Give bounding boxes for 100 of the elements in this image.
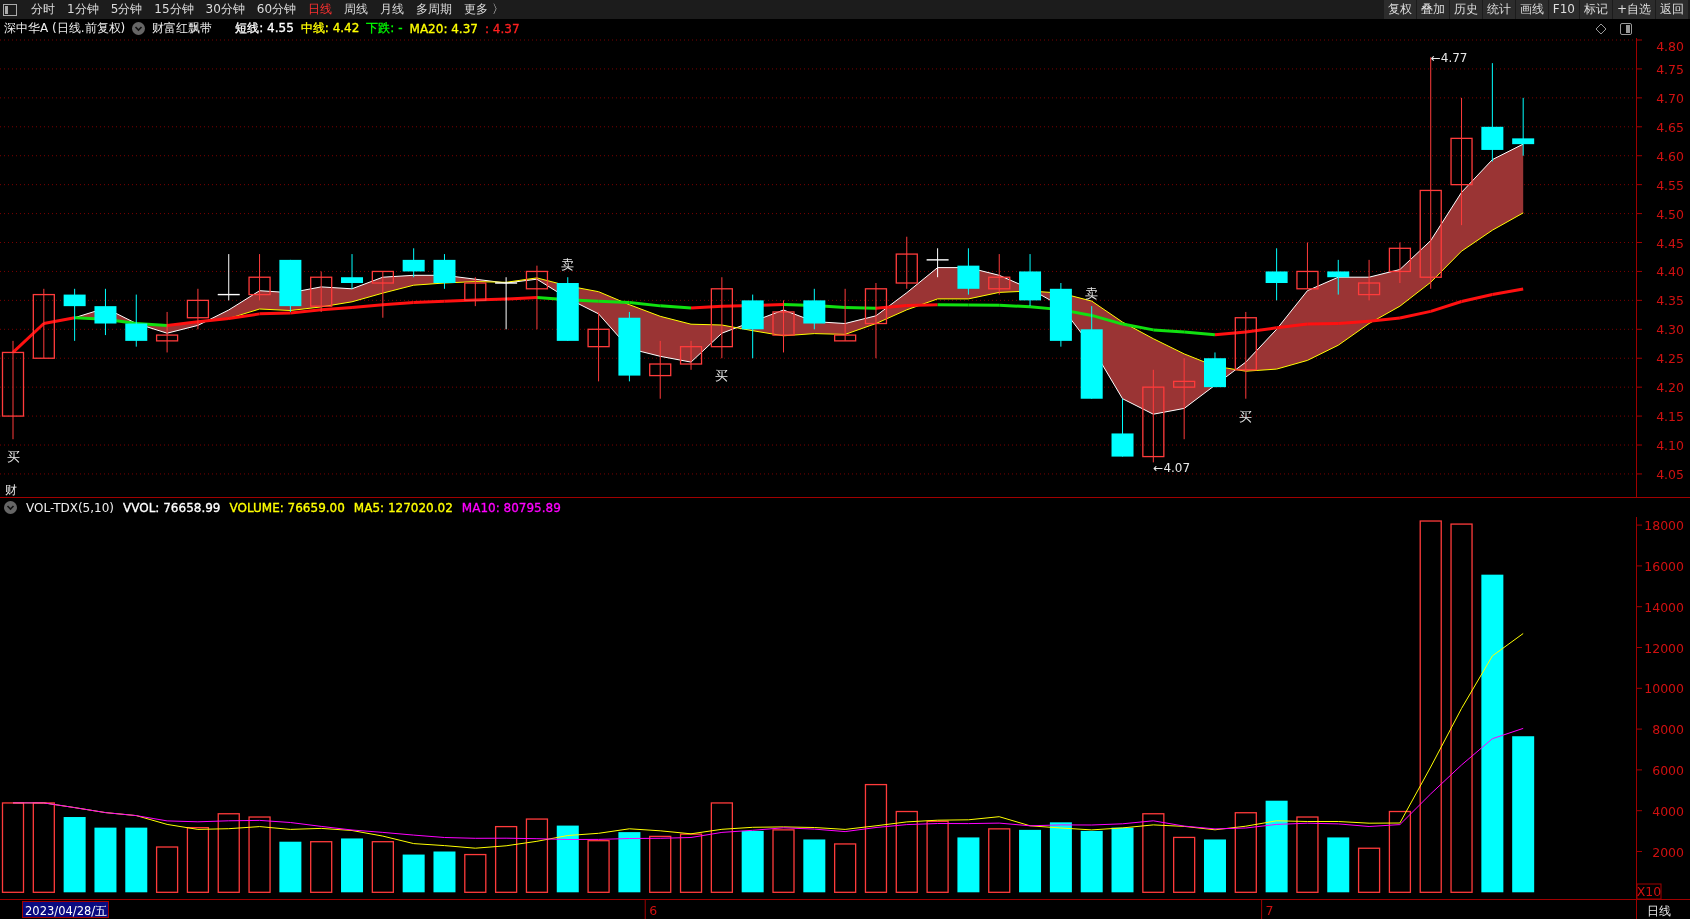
volume-bar (803, 839, 826, 893)
period-tab[interactable]: 更多 〉 (458, 0, 510, 19)
volume-bar (741, 830, 764, 893)
candlestick (402, 247, 425, 278)
candlestick (741, 294, 764, 359)
indicator-value: MA20: 4.37 (409, 21, 478, 36)
axis-label: 4.45 (1656, 235, 1684, 251)
volume-bar (1111, 827, 1134, 893)
volume-bar (279, 841, 302, 893)
candlestick (834, 288, 857, 342)
volume-bar (94, 827, 117, 893)
axis-label: 4.20 (1656, 380, 1684, 396)
toolbar-button[interactable]: 返回 (1656, 0, 1688, 19)
period-tab[interactable]: 多周期 (410, 0, 459, 19)
toolbar-button[interactable]: 历史 (1449, 0, 1482, 19)
volume-bar (649, 835, 672, 893)
toolbar-button[interactable]: 叠加 (1416, 0, 1449, 19)
period-tab[interactable]: 60分钟 (250, 0, 303, 19)
toolbar-button[interactable]: 复权 (1383, 0, 1416, 19)
indicator-value: 中线: 4.42 (300, 20, 360, 37)
candlestick (464, 276, 487, 307)
volume-bar (1357, 847, 1381, 893)
candlestick (525, 265, 549, 330)
candlestick (1357, 259, 1381, 301)
toolbar-button[interactable]: 标记 (1579, 0, 1612, 19)
period-tab[interactable]: 5分钟 (104, 0, 149, 19)
period-tab[interactable]: 1分钟 (61, 0, 105, 19)
candlestick (1049, 282, 1072, 348)
volume-bar (618, 832, 641, 893)
candlestick (1327, 259, 1350, 296)
candlestick (587, 311, 610, 382)
axis-label: 4.40 (1656, 264, 1684, 280)
period-tab[interactable]: 分时 (25, 0, 61, 19)
volume-bar (371, 841, 394, 893)
indicator-name: VOL-TDX(5,10) (26, 500, 115, 515)
indicator-value: : 4.37 (484, 21, 520, 36)
panel-toggle-icon[interactable] (3, 3, 17, 16)
indicator-value: 短线: 4.55 (235, 20, 294, 37)
axis-label: 4.05 (1656, 466, 1684, 482)
indicator-value: MA10: 80795.89 (461, 500, 561, 515)
period-label: 日线 (1647, 904, 1671, 918)
candlestick (63, 288, 86, 342)
axis-label: 6000 (1652, 762, 1684, 778)
dropdown-icon[interactable] (132, 22, 146, 35)
axis-label: 10000 (1644, 681, 1684, 697)
axis-label: 4.35 (1656, 293, 1684, 309)
candlestick (1388, 242, 1412, 284)
candlestick (925, 247, 950, 278)
toolbar-button[interactable]: F10 (1548, 0, 1579, 19)
axis-label: 14000 (1644, 599, 1684, 615)
candlestick (186, 288, 210, 330)
axis-label: 12000 (1644, 640, 1684, 656)
candlestick (895, 236, 918, 290)
axis-label: 4.50 (1656, 206, 1684, 222)
candlestick (94, 288, 117, 336)
candlestick (803, 288, 826, 330)
period-tab[interactable]: 日线 (302, 0, 339, 19)
signal-label: 买 (6, 449, 20, 465)
volume-bar (1019, 829, 1042, 893)
price-label: ←4.77 (1430, 51, 1468, 66)
panel-icon[interactable] (1620, 22, 1632, 35)
period-tab[interactable]: 周线 (338, 0, 375, 19)
axis-label: 18000 (1644, 518, 1684, 534)
candlestick (772, 299, 795, 353)
volume-bar (1049, 822, 1072, 893)
volume-bar (464, 853, 487, 893)
volume-bar (1327, 837, 1350, 893)
candlestick (1019, 253, 1042, 307)
volume-bar (125, 827, 148, 893)
candlestick (1204, 351, 1226, 388)
toolbar-button[interactable]: +自选 (1612, 0, 1655, 19)
volume-bar (155, 846, 179, 893)
volume-bar (772, 829, 795, 893)
candlestick (494, 276, 518, 330)
candlestick (125, 294, 148, 348)
axis-label: 16000 (1644, 558, 1684, 574)
corner-label: 财 (5, 483, 17, 497)
candlestick (988, 253, 1011, 296)
period-tab[interactable]: 月线 (374, 0, 411, 19)
toolbar-button[interactable]: 统计 (1482, 0, 1515, 19)
axis-label: 4.10 (1656, 438, 1684, 453)
signal-label: 卖 (561, 257, 575, 273)
signal-label: 买 (715, 368, 729, 384)
candlestick (341, 253, 363, 290)
axis-label: 4.70 (1656, 90, 1684, 106)
volume-bar (1080, 830, 1103, 893)
indicator-value: VVOL: 76658.99 (123, 500, 221, 515)
volume-bar (494, 825, 518, 893)
volume-bar (834, 843, 857, 893)
diamond-icon[interactable] (1595, 22, 1607, 35)
period-tab[interactable]: 15分钟 (148, 0, 200, 19)
period-tab[interactable]: 30分钟 (199, 0, 251, 19)
dropdown-icon[interactable] (4, 501, 17, 514)
volume-bar (556, 825, 579, 893)
axis-label: 4.15 (1656, 409, 1684, 425)
candlestick (618, 311, 641, 382)
toolbar-button[interactable]: 画线 (1515, 0, 1548, 19)
volume-bar (587, 840, 610, 893)
volume-bar (433, 851, 456, 893)
volume-bar (957, 837, 980, 893)
